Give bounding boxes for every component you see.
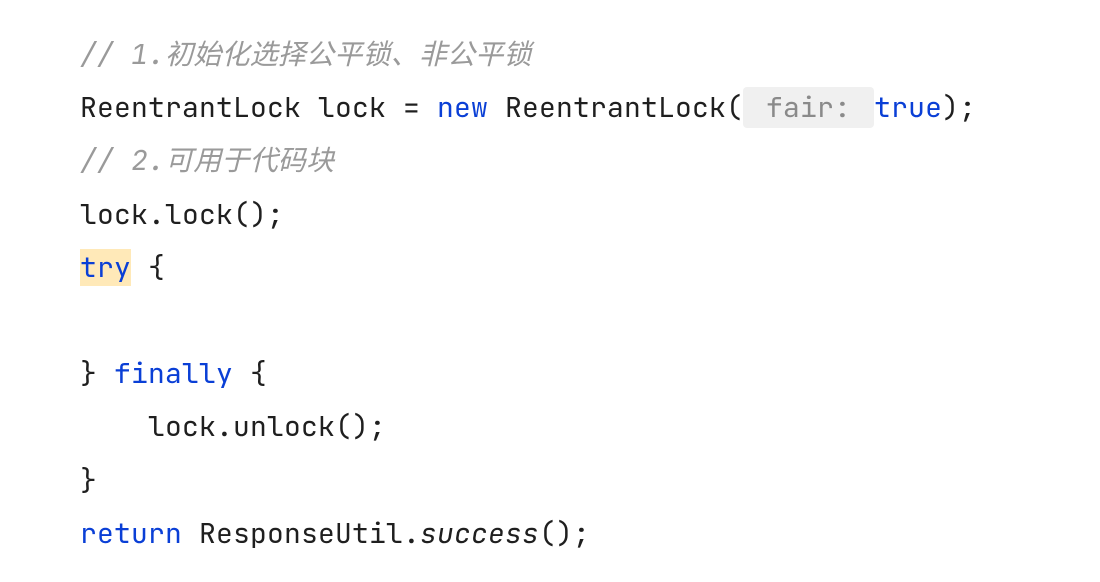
code-line-7b: { bbox=[233, 355, 267, 392]
code-line-4: lock.lock(); bbox=[80, 196, 284, 233]
code-block: // 1.初始化选择公平锁、非公平锁 ReentrantLock lock = … bbox=[80, 28, 1100, 560]
param-hint-fair: fair: bbox=[743, 87, 874, 128]
code-line-2b: ReentrantLock( bbox=[488, 89, 743, 126]
code-line-9: } bbox=[80, 462, 97, 499]
code-line-7a: } bbox=[80, 355, 114, 392]
code-line-2c: ); bbox=[942, 89, 976, 126]
keyword-finally: finally bbox=[114, 355, 233, 392]
comment-line-1: // 1.初始化选择公平锁、非公平锁 bbox=[80, 36, 532, 73]
keyword-try: try bbox=[80, 249, 131, 286]
method-success: success bbox=[420, 515, 539, 552]
keyword-true: true bbox=[874, 89, 942, 126]
code-line-8: lock.unlock(); bbox=[80, 408, 386, 445]
code-line-10a: ResponseUtil. bbox=[182, 515, 420, 552]
code-line-2a: ReentrantLock lock = bbox=[80, 89, 437, 126]
keyword-return: return bbox=[80, 515, 182, 552]
code-line-5b: { bbox=[131, 249, 165, 286]
keyword-new: new bbox=[437, 89, 488, 126]
code-line-10b: (); bbox=[539, 515, 590, 552]
comment-line-2: // 2.可用于代码块 bbox=[80, 142, 334, 179]
